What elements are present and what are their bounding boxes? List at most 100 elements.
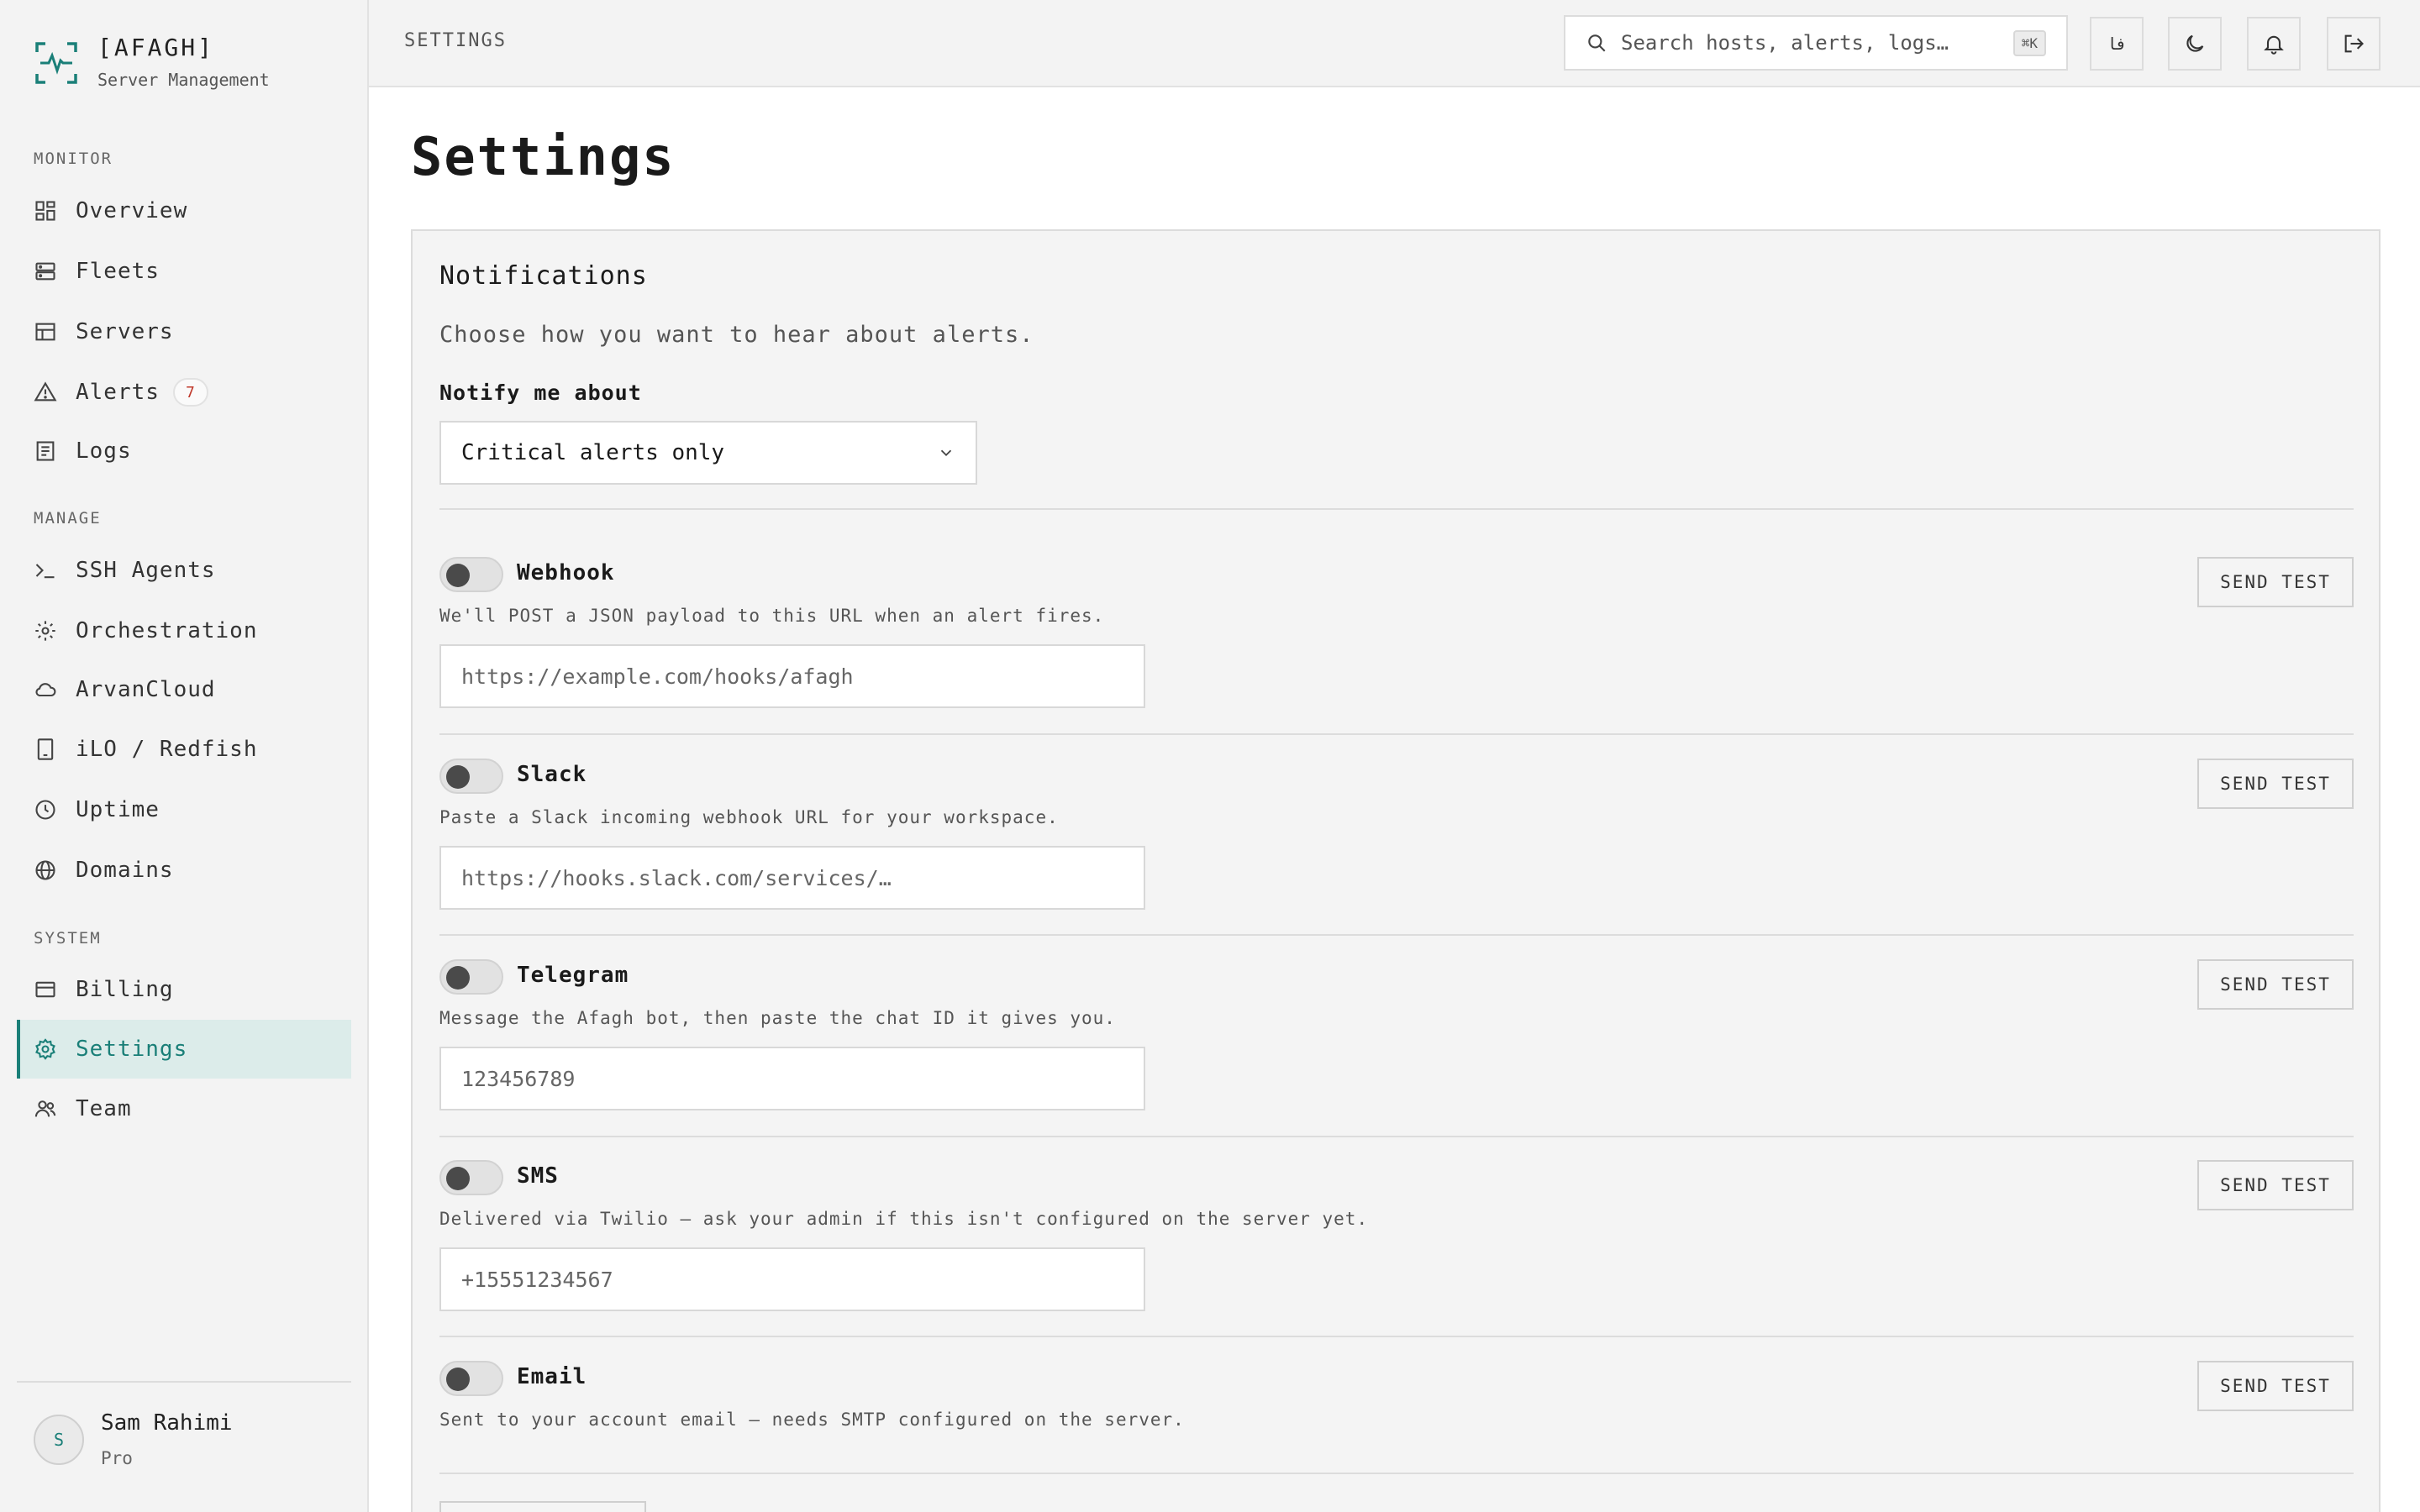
- channel-description: We'll POST a JSON payload to this URL wh…: [439, 606, 1105, 626]
- cloud-icon: [35, 683, 56, 697]
- brand-name: [AFAGH]: [97, 34, 215, 61]
- divider: [439, 1136, 2354, 1137]
- orchestration-icon: [35, 621, 55, 641]
- sidebar-item-label: SSH Agents: [76, 558, 216, 583]
- sms-toggle[interactable]: [439, 1160, 503, 1195]
- sidebar-item-label: Overview: [76, 198, 188, 223]
- language-label: فا: [2106, 34, 2128, 54]
- send-test-button[interactable]: SEND TEST: [2197, 557, 2354, 607]
- sidebar-item-overview[interactable]: Overview: [17, 181, 351, 240]
- send-test-button[interactable]: SEND TEST: [2197, 759, 2354, 809]
- sidebar-item-label: Team: [76, 1096, 132, 1121]
- notifications-button[interactable]: [2247, 17, 2301, 71]
- sidebar-item-team[interactable]: Team: [17, 1079, 351, 1138]
- sidebar-item-label: Logs: [76, 438, 132, 464]
- sidebar-item-orchestration[interactable]: Orchestration: [17, 601, 351, 660]
- channel-name: Telegram: [517, 963, 629, 988]
- sidebar-item-uptime[interactable]: Uptime: [17, 780, 351, 839]
- divider: [439, 1336, 2354, 1337]
- alert-triangle-icon: [34, 381, 57, 402]
- save-button[interactable]: [439, 1501, 646, 1512]
- sidebar-item-label: Servers: [76, 319, 174, 344]
- sidebar-item-label: Settings: [76, 1037, 188, 1062]
- sidebar-item-label: Alerts: [76, 380, 160, 405]
- webhook-toggle[interactable]: [439, 557, 503, 592]
- user-profile[interactable]: S Sam Rahimi Pro: [34, 1409, 233, 1471]
- divider: [439, 1473, 2354, 1474]
- webhook-url-input[interactable]: [439, 644, 1145, 708]
- notify-select[interactable]: Critical alerts only: [439, 421, 977, 485]
- terminal-icon: [35, 564, 55, 579]
- search-shortcut: ⌘K: [2012, 29, 2046, 56]
- logs-icon: [36, 441, 55, 461]
- divider: [439, 733, 2354, 735]
- sidebar-item-billing[interactable]: Billing: [17, 960, 351, 1019]
- notifications-card: Notifications Choose how you want to hea…: [411, 229, 2381, 1512]
- moon-icon: [2186, 34, 2204, 52]
- sidebar-item-fleets[interactable]: Fleets: [17, 242, 351, 301]
- clock-icon: [35, 800, 55, 820]
- sms-phone-input[interactable]: [439, 1247, 1145, 1311]
- chevron-down-icon: [940, 449, 952, 457]
- divider: [439, 508, 2354, 510]
- send-test-button[interactable]: SEND TEST: [2197, 959, 2354, 1010]
- sidebar: [AFAGH] Server Management MONITOR Overvi…: [0, 0, 369, 1512]
- telegram-chat-id-input[interactable]: [439, 1047, 1145, 1110]
- card-description: Choose how you want to hear about alerts…: [439, 322, 1034, 348]
- avatar: S: [34, 1415, 84, 1465]
- globe-icon: [35, 860, 55, 880]
- theme-toggle-button[interactable]: [2168, 17, 2222, 71]
- notify-select-value: Critical alerts only: [461, 440, 725, 465]
- card-title: Notifications: [439, 261, 648, 291]
- search-box[interactable]: ⌘K: [1564, 15, 2068, 71]
- channel-name: Slack: [517, 762, 587, 787]
- top-bar: SETTINGS ⌘K فا: [369, 0, 2420, 87]
- sidebar-item-label: iLO / Redfish: [76, 737, 258, 762]
- sidebar-item-domains[interactable]: Domains: [17, 841, 351, 900]
- sidebar-item-label: Uptime: [76, 797, 160, 822]
- slack-url-input[interactable]: [439, 846, 1145, 910]
- sidebar-item-alerts[interactable]: Alerts 7: [17, 363, 351, 422]
- servers-icon: [35, 323, 55, 341]
- alerts-count-badge: 7: [172, 378, 208, 407]
- sidebar-item-label: Billing: [76, 977, 174, 1002]
- page-title: Settings: [411, 126, 676, 187]
- user-name: Sam Rahimi: [101, 1410, 233, 1436]
- brand-subtitle: Server Management: [97, 70, 270, 90]
- sidebar-item-label: Orchestration: [76, 618, 258, 643]
- search-input[interactable]: [1621, 31, 2013, 55]
- channel-description: Paste a Slack incoming webhook URL for y…: [439, 807, 1059, 827]
- nav-section-manage: MANAGE: [34, 509, 102, 528]
- send-test-button[interactable]: SEND TEST: [2197, 1361, 2354, 1411]
- gear-icon: [35, 1038, 55, 1060]
- sidebar-item-logs[interactable]: Logs: [17, 422, 351, 480]
- send-test-button[interactable]: SEND TEST: [2197, 1160, 2354, 1210]
- slack-toggle[interactable]: [439, 759, 503, 794]
- channel-name: Email: [517, 1364, 587, 1389]
- credit-card-icon: [35, 981, 55, 998]
- sidebar-item-settings[interactable]: Settings: [17, 1020, 351, 1079]
- fleets-icon: [35, 262, 55, 281]
- language-toggle-button[interactable]: فا: [2090, 17, 2144, 71]
- sidebar-item-arvancloud[interactable]: ArvanCloud: [17, 660, 351, 719]
- pulse-logo-icon: [35, 42, 77, 84]
- breadcrumb: SETTINGS: [404, 30, 507, 51]
- sidebar-item-ssh-agents[interactable]: SSH Agents: [17, 541, 351, 600]
- divider: [439, 934, 2354, 936]
- sidebar-item-label: ArvanCloud: [76, 677, 216, 702]
- dashboard-icon: [35, 201, 55, 221]
- brand[interactable]: [AFAGH] Server Management: [34, 34, 270, 92]
- email-toggle[interactable]: [439, 1361, 503, 1396]
- user-plan: Pro: [101, 1448, 133, 1468]
- logout-icon: [2344, 34, 2364, 53]
- bell-icon: [2264, 35, 2284, 55]
- telegram-toggle[interactable]: [439, 959, 503, 995]
- nav-section-system: SYSTEM: [34, 929, 102, 948]
- nav-section-monitor: MONITOR: [34, 150, 113, 168]
- search-icon: [1588, 34, 1606, 52]
- device-icon: [37, 738, 54, 760]
- sidebar-item-ilo-redfish[interactable]: iLO / Redfish: [17, 720, 351, 779]
- logout-button[interactable]: [2327, 17, 2381, 71]
- sidebar-item-servers[interactable]: Servers: [17, 302, 351, 361]
- user-divider: [17, 1381, 351, 1383]
